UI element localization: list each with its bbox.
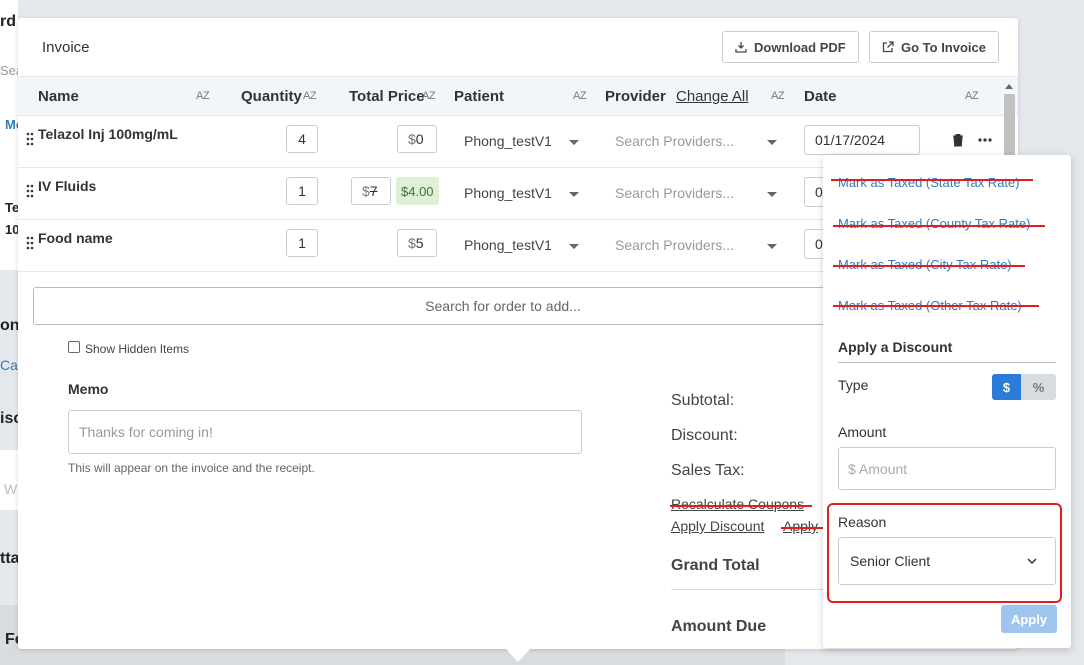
sort-az-icon[interactable]: AZ — [965, 90, 979, 102]
drag-handle-icon[interactable] — [26, 184, 34, 198]
price-value: 0 — [415, 131, 424, 147]
currency-symbol: $ — [408, 235, 416, 251]
column-quantity[interactable]: Quantity — [241, 88, 302, 105]
strikethrough-mark — [670, 505, 812, 507]
modal-title: Invoice — [42, 39, 90, 56]
column-total-price[interactable]: Total Price — [349, 88, 425, 105]
apply-discount-link[interactable]: Apply Discount — [671, 518, 764, 534]
sales-tax-label: Sales Tax: — [671, 462, 745, 479]
apply-discount-title: Apply a Discount — [838, 339, 953, 355]
chevron-down-icon[interactable] — [569, 140, 579, 145]
bg-fragment: on — [0, 317, 20, 334]
strikethrough-mark — [833, 225, 1045, 227]
column-date[interactable]: Date — [804, 88, 837, 105]
bg-fragment: tta — [0, 550, 20, 567]
background-input — [0, 450, 18, 510]
memo-help-text: This will appear on the invoice and the … — [68, 461, 315, 475]
chevron-down-icon — [1027, 558, 1037, 564]
provider-search-input[interactable]: Search Providers... — [615, 133, 734, 149]
item-name: IV Fluids — [38, 178, 97, 194]
go-to-invoice-button[interactable]: Go To Invoice — [869, 31, 999, 63]
amount-input[interactable]: $ Amount — [838, 447, 1056, 490]
download-pdf-button[interactable]: Download PDF — [722, 31, 859, 63]
download-icon — [735, 42, 747, 53]
external-link-icon — [882, 41, 894, 53]
drag-handle-icon[interactable] — [26, 132, 34, 146]
sort-az-icon[interactable]: AZ — [196, 90, 210, 102]
type-percent-button[interactable]: % — [1021, 374, 1056, 400]
provider-search-input[interactable]: Search Providers... — [615, 185, 734, 201]
column-patient[interactable]: Patient — [454, 88, 504, 105]
price-value: 7 — [369, 183, 378, 199]
show-hidden-checkbox[interactable] — [68, 341, 80, 353]
sort-az-icon[interactable]: AZ — [573, 90, 587, 102]
go-to-invoice-label: Go To Invoice — [901, 39, 986, 55]
chevron-down-icon[interactable] — [767, 192, 777, 197]
mark-taxed-state[interactable]: Mark as Taxed (State Tax Rate) — [838, 175, 1020, 190]
reason-value: Senior Client — [850, 553, 931, 569]
download-pdf-label: Download PDF — [754, 39, 846, 55]
quantity-input[interactable]: 1 — [286, 229, 318, 257]
discount-label: Discount: — [671, 427, 738, 444]
memo-input[interactable]: Thanks for coming in! — [68, 410, 582, 454]
sort-az-icon[interactable]: AZ — [422, 90, 436, 102]
scroll-up-icon[interactable] — [1005, 84, 1013, 89]
sort-az-icon[interactable]: AZ — [303, 90, 317, 102]
item-name: Food name — [38, 230, 113, 246]
quantity-input[interactable]: 1 — [286, 177, 318, 205]
chevron-down-icon[interactable] — [569, 192, 579, 197]
computed-price-badge: $4.00 — [396, 177, 439, 205]
chevron-down-icon[interactable] — [569, 244, 579, 249]
divider — [671, 589, 823, 590]
patient-select[interactable]: Phong_testV1 — [464, 133, 552, 149]
memo-label: Memo — [68, 381, 109, 397]
price-input[interactable]: $7 — [351, 177, 391, 205]
bg-fragment: W — [4, 481, 18, 497]
subtotal-label: Subtotal: — [671, 392, 735, 409]
apply-link[interactable]: Apply — [783, 518, 818, 534]
apply-button[interactable]: Apply — [1001, 605, 1057, 633]
reason-label: Reason — [838, 514, 887, 530]
price-input[interactable]: $0 — [397, 125, 437, 153]
provider-search-input[interactable]: Search Providers... — [615, 237, 734, 253]
date-input[interactable]: 01/17/2024 — [804, 125, 920, 155]
more-options-icon[interactable] — [978, 138, 992, 142]
amount-label: Amount — [838, 424, 887, 440]
change-all-link[interactable]: Change All — [676, 88, 749, 105]
mark-taxed-county[interactable]: Mark as Taxed (County Tax Rate) — [838, 216, 1030, 231]
reason-select[interactable]: Senior Client — [838, 537, 1056, 585]
currency-symbol: $ — [362, 183, 370, 199]
patient-select[interactable]: Phong_testV1 — [464, 185, 552, 201]
chevron-down-icon[interactable] — [767, 244, 777, 249]
drag-handle-icon[interactable] — [26, 236, 34, 250]
type-dollar-button[interactable]: $ — [992, 374, 1021, 400]
strikethrough-mark — [833, 305, 1039, 307]
item-name: Telazol Inj 100mg/mL — [38, 126, 178, 142]
price-value: 5 — [415, 235, 424, 251]
column-name[interactable]: Name — [38, 88, 79, 105]
recalculate-coupons-link[interactable]: Recalculate Coupons — [671, 496, 804, 512]
item-options-popover: Mark as Taxed (State Tax Rate) Mark as T… — [823, 155, 1071, 648]
strikethrough-mark — [781, 527, 823, 529]
sort-az-icon[interactable]: AZ — [771, 90, 785, 102]
patient-select[interactable]: Phong_testV1 — [464, 237, 552, 253]
table-header: Name AZ Quantity AZ Total Price AZ Patie… — [18, 76, 1018, 116]
amount-due-label: Amount Due — [671, 618, 767, 635]
bg-fragment: rd — [0, 13, 16, 30]
type-label: Type — [838, 377, 869, 393]
popover-pointer — [505, 648, 531, 662]
strikethrough-mark — [831, 179, 1033, 181]
column-provider[interactable]: Provider — [605, 88, 666, 105]
currency-symbol: $ — [408, 131, 416, 147]
chevron-down-icon[interactable] — [767, 140, 777, 145]
quantity-input[interactable]: 4 — [286, 125, 318, 153]
strikethrough-mark — [833, 265, 1025, 267]
grand-total-label: Grand Total — [671, 557, 760, 574]
price-input[interactable]: $5 — [397, 229, 437, 257]
trash-icon[interactable] — [952, 133, 964, 147]
divider — [838, 362, 1056, 363]
show-hidden-label: Show Hidden Items — [85, 342, 190, 356]
